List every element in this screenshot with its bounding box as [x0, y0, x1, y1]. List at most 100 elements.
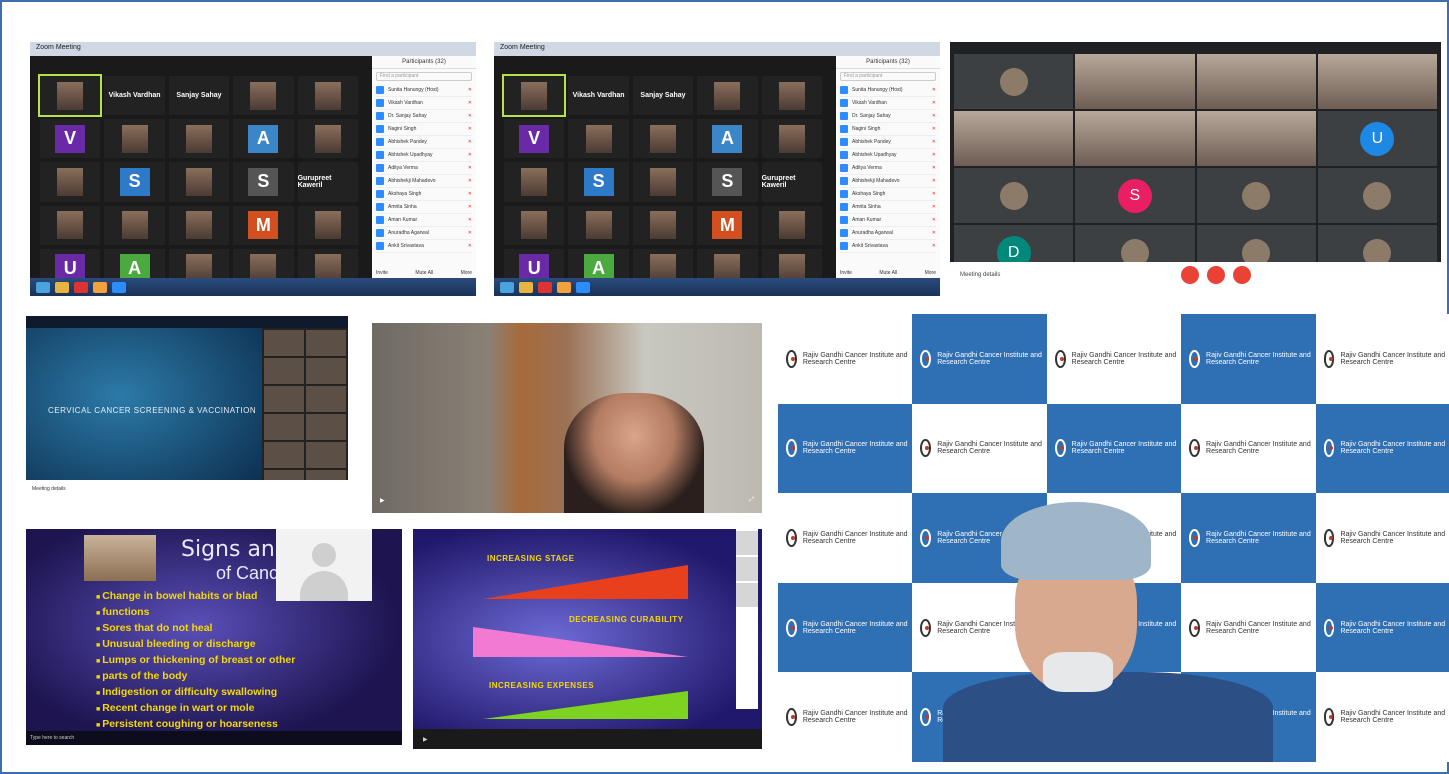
start-icon[interactable]: [500, 281, 514, 293]
list-item[interactable]: Abhishekji Mahadevo ✕: [840, 175, 936, 188]
list-item[interactable]: Aditya Verma ✕: [840, 162, 936, 175]
institute-logo-icon: [1323, 618, 1335, 637]
participant-video: [778, 211, 805, 240]
meet-controls-bar: Meeting details: [950, 262, 1441, 288]
avatar: [840, 177, 848, 185]
taskbar-search-input[interactable]: Type here to search: [30, 735, 74, 741]
folder-icon[interactable]: [55, 281, 69, 293]
mic-muted-icon: ✕: [931, 217, 936, 223]
institute-name: Rajiv Gandhi Cancer Institute and Resear…: [1340, 441, 1446, 456]
browser-icon[interactable]: [93, 281, 107, 293]
list-item[interactable]: Aditya Verma ✕: [376, 162, 472, 175]
participant-video: [521, 211, 548, 240]
avatar: [840, 86, 848, 94]
institute-logo-icon: [1323, 439, 1335, 458]
participant-tile: [1196, 168, 1316, 223]
list-item[interactable]: Abhishek Pandey ✕: [840, 136, 936, 149]
institute-name: Rajiv Gandhi Cancer Institute and Resear…: [1071, 441, 1177, 456]
more-button[interactable]: More: [925, 270, 936, 276]
institute-logo-tile: Rajiv Gandhi Cancer Institute and Resear…: [1315, 314, 1449, 404]
institute-logo-icon: [1323, 349, 1335, 368]
list-item[interactable]: Vikash Vardhan ✕: [376, 97, 472, 110]
list-item[interactable]: Aman Kumar ✕: [840, 214, 936, 227]
participant-search-input[interactable]: Find a participant: [376, 72, 472, 81]
list-item[interactable]: Nagini Singh ✕: [376, 123, 472, 136]
list-item[interactable]: Amrita Sinha ✕: [376, 201, 472, 214]
participant-video: [306, 442, 346, 468]
zoom-app-icon[interactable]: [576, 281, 590, 293]
avatar: [376, 177, 384, 185]
camera-off-icon[interactable]: [1232, 266, 1251, 284]
list-item[interactable]: Abhishekji Mahadevo ✕: [376, 175, 472, 188]
surgical-cap: [1001, 502, 1151, 580]
avatar: [999, 67, 1028, 96]
media-icon[interactable]: [538, 281, 552, 293]
participant-video: [185, 124, 212, 153]
list-item[interactable]: Ankit Srivastava ✕: [840, 240, 936, 253]
media-icon[interactable]: [74, 281, 88, 293]
list-item[interactable]: Abhishek Pandey ✕: [376, 136, 472, 149]
participant-tile: S: [697, 162, 758, 202]
participant-name: Aman Kumar: [852, 217, 882, 223]
mute-all-button[interactable]: Mute All: [415, 270, 433, 276]
list-item[interactable]: Anuradha Agarwal ✕: [840, 227, 936, 240]
video-controls: ▶: [413, 729, 762, 749]
participant-video: [264, 386, 304, 412]
list-item[interactable]: Ankit Srivastava ✕: [376, 240, 472, 253]
institute-name: Rajiv Gandhi Cancer Institute and Resear…: [802, 620, 908, 635]
folder-icon[interactable]: [519, 281, 533, 293]
participant-tile: [504, 205, 565, 245]
list-item[interactable]: Akshaya Singh ✕: [376, 188, 472, 201]
participant-name: Amrita Sinha: [852, 204, 881, 210]
invite-button[interactable]: Invite: [376, 270, 388, 276]
participant-name: Dr. Sanjay Sahay: [852, 113, 891, 119]
list-item[interactable]: Vikash Vardhan ✕: [840, 97, 936, 110]
participant-name: Sunita Hanungy (Host): [852, 87, 903, 93]
participant-video: [314, 211, 341, 240]
list-item[interactable]: Sunita Hanungy (Host) ✕: [376, 84, 472, 97]
mic-off-icon[interactable]: [1180, 266, 1199, 284]
participants-panel: Participants (32) Find a participant Sun…: [836, 56, 940, 278]
list-item[interactable]: Abhishek Upadhyay ✕: [840, 149, 936, 162]
participant-thumbnails: [262, 328, 348, 496]
participant-name: Akshaya Singh: [852, 191, 886, 197]
leave-call-icon[interactable]: [1206, 266, 1225, 284]
zoom-app-icon[interactable]: [112, 281, 126, 293]
participant-name: Anuradha Agarwal: [852, 230, 893, 236]
list-item[interactable]: Anuradha Agarwal ✕: [376, 227, 472, 240]
list-item[interactable]: Sunita Hanungy (Host) ✕: [840, 84, 936, 97]
institute-logo-tile: Rajiv Gandhi Cancer Institute and Resear…: [778, 493, 913, 583]
zoom-titlebar: Zoom Meeting: [494, 42, 940, 56]
avatar: [840, 151, 848, 159]
avatar: M: [712, 211, 743, 240]
meeting-details-link[interactable]: Meeting details: [960, 272, 1000, 278]
list-item[interactable]: Dr. Sanjay Sahay ✕: [376, 110, 472, 123]
participant-tile: [233, 76, 294, 116]
mute-all-button[interactable]: Mute All: [879, 270, 897, 276]
meeting-details-link[interactable]: Meeting details: [32, 486, 66, 492]
zoom-meeting-window-1: Zoom Meeting Vikash Vardhan Sanjay Sahay V…: [30, 42, 476, 296]
start-icon[interactable]: [36, 281, 50, 293]
list-item[interactable]: Akshaya Singh ✕: [840, 188, 936, 201]
list-item[interactable]: Nagini Singh ✕: [840, 123, 936, 136]
institute-logo-tile: Rajiv Gandhi Cancer Institute and Resear…: [778, 403, 913, 494]
participant-search-input[interactable]: Find a participant: [840, 72, 936, 81]
play-icon[interactable]: ▶: [380, 497, 385, 504]
zoom-titlebar: Zoom Meeting: [30, 42, 476, 56]
institute-logo-tile: Rajiv Gandhi Cancer Institute and Resear…: [912, 403, 1047, 494]
list-item[interactable]: Aman Kumar ✕: [376, 214, 472, 227]
avatar: [376, 125, 384, 133]
fullscreen-icon[interactable]: ⤢: [749, 497, 754, 504]
more-button[interactable]: More: [461, 270, 472, 276]
list-item[interactable]: Dr. Sanjay Sahay ✕: [840, 110, 936, 123]
avatar: [840, 229, 848, 237]
institute-name: Rajiv Gandhi Cancer Institute and Resear…: [1340, 351, 1446, 366]
play-icon[interactable]: ▶: [423, 736, 428, 743]
browser-icon[interactable]: [557, 281, 571, 293]
list-item[interactable]: Abhishek Upadhyay ✕: [376, 149, 472, 162]
list-item[interactable]: Amrita Sinha ✕: [840, 201, 936, 214]
invite-button[interactable]: Invite: [840, 270, 852, 276]
participant-name: Gurupreet Kaweril: [761, 174, 796, 189]
participant-tile: Vikash Vardhan: [568, 76, 629, 116]
participant-video: [954, 111, 1074, 166]
